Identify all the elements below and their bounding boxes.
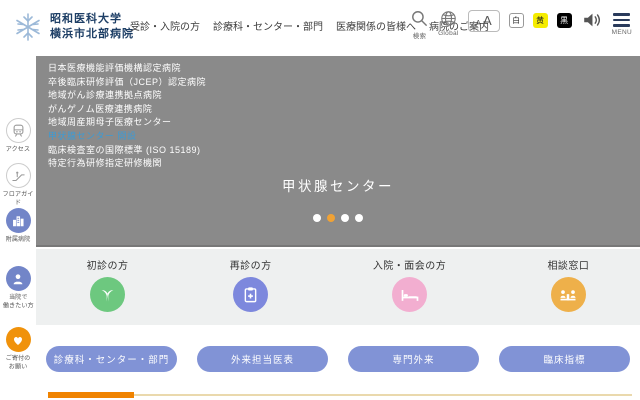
quick-link-inpatient-visitors[interactable]: 入院・面会の方 xyxy=(373,257,447,312)
contrast-yellow-button[interactable]: 黄 xyxy=(533,9,548,28)
font-size-large-label: A xyxy=(483,13,492,28)
sidebar-item-label: 附属病院 xyxy=(6,236,31,244)
globe-icon xyxy=(439,9,458,28)
logo-line2: 横浜市北部病院 xyxy=(50,28,134,40)
hero-carousel: 日本医療機能評価機構認定病院 卒後臨床研修評価（JCEP）認定病院 地域がん診療… xyxy=(36,56,640,247)
accreditation-item: がんゲノム医療連携病院 xyxy=(48,103,206,117)
heart-icon xyxy=(6,327,31,352)
sidebar-item-affiliated-hospitals[interactable]: 附属病院 xyxy=(0,208,36,245)
carousel-dot-2-active[interactable] xyxy=(327,214,335,222)
train-icon xyxy=(6,118,31,143)
specialty-outpatient-button[interactable]: 専門外来 xyxy=(348,346,479,372)
quick-link-label: 再診の方 xyxy=(230,257,272,272)
beginner-mark-icon xyxy=(90,277,125,312)
quick-link-consultation[interactable]: 相談窓口 xyxy=(547,257,589,312)
carousel-dots xyxy=(36,214,640,222)
contrast-yellow-icon: 黄 xyxy=(533,13,548,28)
sidebar-item-access[interactable]: アクセス xyxy=(0,118,36,155)
logo-text: 昭和医科大学 横浜市北部病院 xyxy=(50,12,134,43)
search-label: 検索 xyxy=(413,30,427,40)
quick-links-row: 初診の方 再診の方 入院・面会の方 xyxy=(36,249,640,325)
section-buttons-row: 診療科・センター・部門 外来担当医表 専門外来 臨床指標 xyxy=(36,325,640,391)
accreditation-link[interactable]: 甲状腺センター 開設 xyxy=(48,130,206,144)
sidebar-item-donation[interactable]: ご寄付の お願い xyxy=(0,327,36,373)
carousel-dot-3[interactable] xyxy=(341,214,349,222)
staff-person-icon xyxy=(6,266,31,291)
quick-link-label: 初診の方 xyxy=(87,257,129,272)
global-label: Global xyxy=(438,30,459,37)
site-logo[interactable]: 昭和医科大学 横浜市北部病院 xyxy=(12,11,134,43)
departments-button[interactable]: 診療科・センター・部門 xyxy=(46,346,177,372)
bed-icon xyxy=(392,277,427,312)
accreditation-item: 臨床検査室の国際標準 (ISO 15189) xyxy=(48,144,206,158)
accreditation-item: 地域周産期母子医療センター xyxy=(48,116,206,130)
hospital-building-icon xyxy=(6,208,31,233)
sidebar-item-floor-guide[interactable]: フロアガイド xyxy=(0,163,36,209)
accreditation-item: 日本医療機能評価機構認定病院 xyxy=(48,62,206,76)
global-button[interactable]: Global xyxy=(438,9,459,37)
consultation-icon xyxy=(551,277,586,312)
contrast-white-icon: 白 xyxy=(509,13,524,28)
nav-item-medical-professionals[interactable]: 医療関係の皆様へ xyxy=(336,18,416,33)
sidebar-item-recruit[interactable]: 当院で 働きたい方 xyxy=(0,266,36,312)
sidebar-item-label: ご寄付の お願い xyxy=(6,355,31,372)
site-header: 昭和医科大学 横浜市北部病院 受診・入院の方 診療科・センター・部門 医療関係の… xyxy=(0,0,640,56)
outpatient-schedule-button[interactable]: 外来担当医表 xyxy=(197,346,328,372)
menu-button[interactable]: MENU xyxy=(612,9,632,36)
clinical-indicators-button[interactable]: 臨床指標 xyxy=(499,346,630,372)
hamburger-icon xyxy=(613,13,630,27)
sidebar-item-label-line2: 働きたい方 xyxy=(3,303,34,310)
quick-link-label: 入院・面会の方 xyxy=(373,257,447,272)
nav-item-visitors[interactable]: 受診・入院の方 xyxy=(130,18,200,33)
slide-title: 甲状腺センター xyxy=(36,175,640,195)
logo-snowflake-icon xyxy=(12,11,44,43)
sidebar-item-label-line2: お願い xyxy=(9,364,28,371)
read-aloud-button[interactable] xyxy=(581,9,603,31)
page-root: 昭和医科大学 横浜市北部病院 受診・入院の方 診療科・センター・部門 医療関係の… xyxy=(0,0,640,400)
quick-link-label: 相談窓口 xyxy=(547,257,589,272)
contrast-black-icon: 黒 xyxy=(557,13,572,28)
active-tab-indicator xyxy=(48,392,134,398)
carousel-dot-1[interactable] xyxy=(313,214,321,222)
quick-link-return-visit[interactable]: 再診の方 xyxy=(230,257,272,312)
sidebar-item-label: フロアガイド xyxy=(1,191,35,208)
contrast-black-button[interactable]: 黒 xyxy=(557,9,572,28)
sidebar-item-label: 当院で 働きたい方 xyxy=(3,294,34,311)
escalator-icon xyxy=(6,163,31,188)
font-size-icon: A A xyxy=(468,10,500,32)
accreditation-item: 卒後臨床研修評価（JCEP）認定病院 xyxy=(48,76,206,90)
search-button[interactable]: 検索 xyxy=(410,9,429,40)
speaker-icon xyxy=(581,9,603,31)
contrast-white-button[interactable]: 白 xyxy=(509,9,524,28)
sidebar-item-label: アクセス xyxy=(6,146,30,154)
font-size-small-label: A xyxy=(476,19,481,28)
nav-item-departments[interactable]: 診療科・センター・部門 xyxy=(213,18,323,33)
menu-label: MENU xyxy=(612,29,632,36)
font-size-toggle[interactable]: A A xyxy=(468,9,500,32)
logo-line1: 昭和医科大学 xyxy=(50,13,122,25)
sidebar: アクセス フロアガイド xyxy=(0,56,36,400)
sidebar-item-label-line1: ご寄付の xyxy=(6,355,31,362)
clipboard-icon xyxy=(233,277,268,312)
accreditation-item: 特定行為研修指定研修機関 xyxy=(48,157,206,171)
header-utilities: 検索 Global A A xyxy=(410,9,632,40)
search-icon xyxy=(410,9,429,28)
quick-link-first-visit[interactable]: 初診の方 xyxy=(87,257,129,312)
accreditation-item: 地域がん診療連携拠点病院 xyxy=(48,89,206,103)
accreditation-list: 日本医療機能評価機構認定病院 卒後臨床研修評価（JCEP）認定病院 地域がん診療… xyxy=(48,62,206,171)
section-divider-line xyxy=(48,394,632,396)
carousel-dot-4[interactable] xyxy=(355,214,363,222)
sidebar-item-label-line1: 当院で xyxy=(9,294,28,301)
